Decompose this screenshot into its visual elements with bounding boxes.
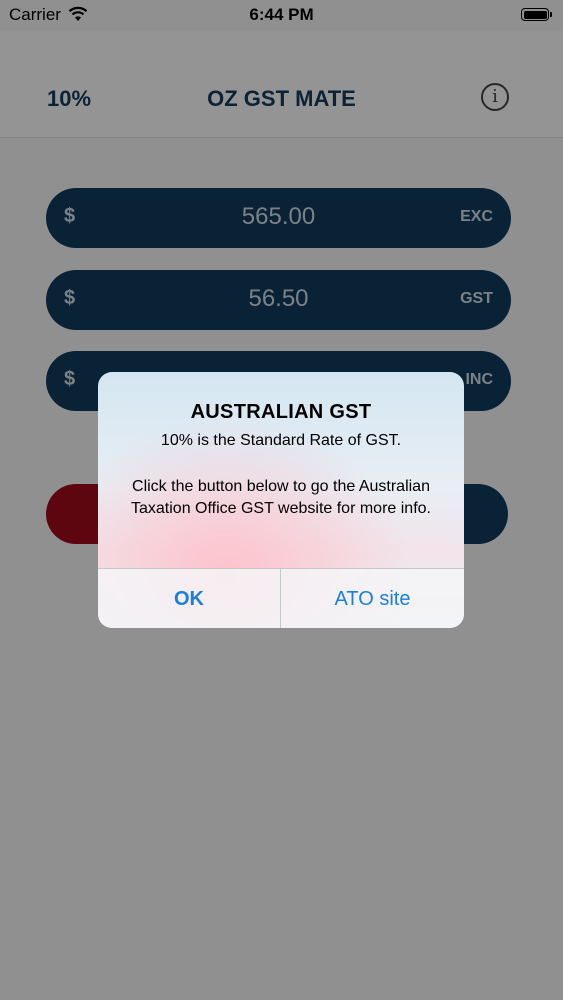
ato-site-button[interactable]: ATO site <box>281 569 464 628</box>
ok-button[interactable]: OK <box>98 569 281 628</box>
alert-actions: OK ATO site <box>98 568 464 628</box>
alert-message-info: Click the button below to go the Austral… <box>131 478 431 517</box>
alert-message-rate: 10% is the Standard Rate of GST. <box>160 432 402 449</box>
alert-body: AUSTRALIAN GST 10% is the Standard Rate … <box>98 372 464 568</box>
alert-title: AUSTRALIAN GST <box>190 401 372 423</box>
gst-info-alert: AUSTRALIAN GST 10% is the Standard Rate … <box>98 372 464 628</box>
